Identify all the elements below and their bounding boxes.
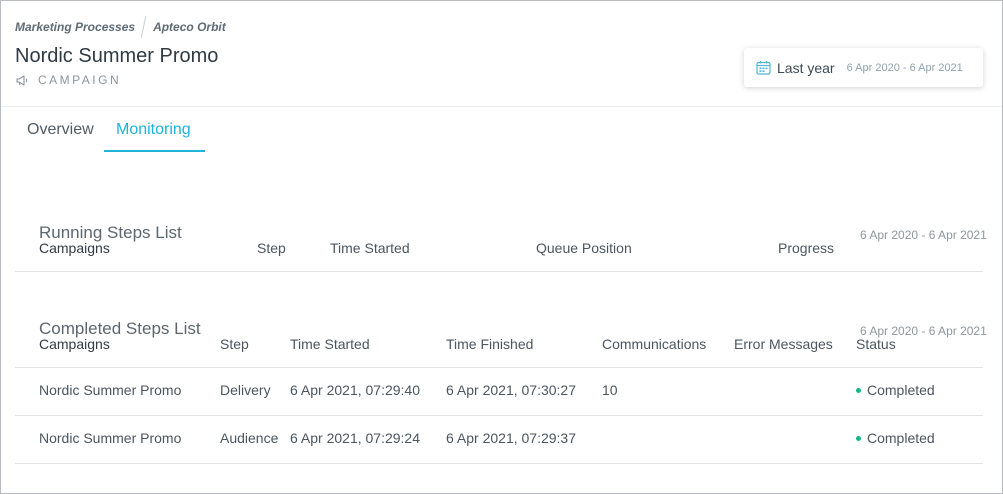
row-divider xyxy=(15,463,983,464)
row-divider xyxy=(15,415,983,416)
date-filter-label: Last year xyxy=(777,59,835,76)
status-dot-icon xyxy=(856,387,861,393)
megaphone-icon xyxy=(16,74,28,86)
cell-time-started: 6 Apr 2021, 07:29:24 xyxy=(290,430,420,446)
cell-communications: 10 xyxy=(602,382,618,398)
running-col-step[interactable]: Step xyxy=(257,240,286,256)
completed-col-time-started[interactable]: Time Started xyxy=(290,336,370,352)
completed-col-step[interactable]: Step xyxy=(220,336,249,352)
tab-monitoring[interactable]: Monitoring xyxy=(116,121,191,139)
breadcrumb-separator xyxy=(140,16,147,38)
page-type-label: CAMPAIGN xyxy=(38,73,122,87)
completed-header-divider xyxy=(15,367,983,368)
running-col-progress[interactable]: Progress xyxy=(778,240,834,256)
completed-col-time-finished[interactable]: Time Finished xyxy=(446,336,533,352)
page-title: Nordic Summer Promo xyxy=(15,45,219,67)
tab-overview[interactable]: Overview xyxy=(27,121,94,139)
date-filter-range: 6 Apr 2020 - 6 Apr 2021 xyxy=(846,61,963,74)
breadcrumb-item-apteco-orbit[interactable]: Apteco Orbit xyxy=(153,20,226,34)
status-badge: Completed xyxy=(856,430,935,446)
completed-col-status[interactable]: Status xyxy=(856,336,896,352)
cell-time-finished: 6 Apr 2021, 07:29:37 xyxy=(446,430,576,446)
cell-step: Audience xyxy=(220,430,279,446)
running-col-queue-position[interactable]: Queue Position xyxy=(536,240,632,256)
cell-campaign[interactable]: Nordic Summer Promo xyxy=(39,430,181,446)
running-col-campaigns[interactable]: Campaigns xyxy=(39,240,110,256)
completed-col-error-messages[interactable]: Error Messages xyxy=(734,336,833,352)
cell-step: Delivery xyxy=(220,382,271,398)
page-type: CAMPAIGN xyxy=(16,73,121,87)
header-divider xyxy=(1,106,1002,107)
status-label: Completed xyxy=(867,430,935,446)
date-filter-button[interactable]: Last year 6 Apr 2020 - 6 Apr 2021 xyxy=(744,48,983,87)
calendar-icon xyxy=(756,61,771,75)
status-dot-icon xyxy=(856,435,861,441)
running-col-time-started[interactable]: Time Started xyxy=(330,240,410,256)
completed-col-communications[interactable]: Communications xyxy=(602,336,706,352)
status-label: Completed xyxy=(867,382,935,398)
status-badge: Completed xyxy=(856,382,935,398)
cell-time-finished: 6 Apr 2021, 07:30:27 xyxy=(446,382,576,398)
cell-time-started: 6 Apr 2021, 07:29:40 xyxy=(290,382,420,398)
breadcrumb: Marketing Processes Apteco Orbit xyxy=(15,16,226,38)
cell-campaign[interactable]: Nordic Summer Promo xyxy=(39,382,181,398)
active-tab-indicator xyxy=(104,150,205,152)
running-steps-range: 6 Apr 2020 - 6 Apr 2021 xyxy=(860,228,987,242)
breadcrumb-item-marketing-processes[interactable]: Marketing Processes xyxy=(15,20,135,34)
completed-col-campaigns[interactable]: Campaigns xyxy=(39,336,110,352)
running-header-divider xyxy=(15,271,983,272)
